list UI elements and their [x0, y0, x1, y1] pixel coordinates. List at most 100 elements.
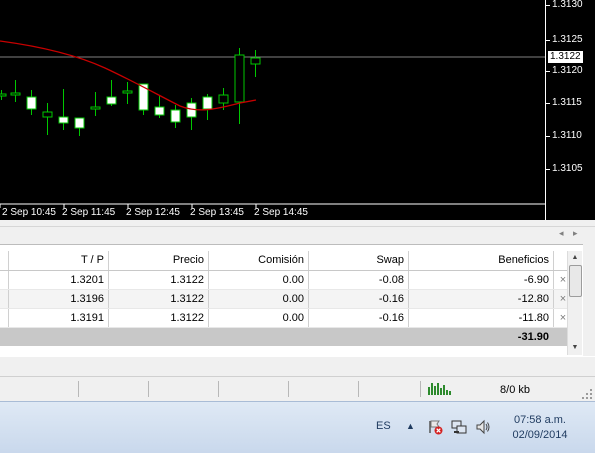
row-edge	[0, 289, 9, 309]
scroll-right-icon[interactable]: ▸	[573, 228, 578, 239]
resize-grip-icon[interactable]	[582, 389, 593, 400]
status-segment	[220, 381, 289, 397]
connection-bars-icon	[428, 383, 452, 395]
row-edge	[0, 327, 9, 346]
time-label: 2 Sep 10:45	[2, 207, 56, 218]
candle-body	[90, 106, 101, 110]
header-tp[interactable]: T / P	[8, 251, 109, 271]
cell-swap: -0.08	[308, 270, 409, 290]
connection-status: 8/0 kb	[500, 384, 530, 396]
row-edge	[0, 308, 9, 328]
terminal-panel: T / P Precio Comisión Swap Beneficios 1.…	[0, 244, 595, 357]
cell-swap: -0.16	[308, 289, 409, 309]
cell-price: 1.3122	[108, 289, 209, 309]
cell-tp: 1.3191	[8, 308, 109, 328]
price-tick	[546, 136, 550, 137]
scrollbar-thumb[interactable]	[569, 265, 582, 297]
scroll-up-icon[interactable]: ▲	[569, 252, 581, 264]
windows-taskbar: ES ▲ 07:58 a.m. 02/09/2014	[0, 401, 595, 453]
status-segment	[150, 381, 219, 397]
language-indicator[interactable]: ES	[376, 420, 391, 432]
price-label: 1.3125	[552, 34, 583, 45]
clock-date: 02/09/2014	[512, 429, 568, 441]
status-segment	[360, 381, 421, 397]
total-empty-cell	[208, 327, 309, 346]
window-edge	[583, 244, 595, 356]
candle-body	[138, 83, 149, 111]
cell-price: 1.3122	[108, 308, 209, 328]
candle-body	[0, 93, 7, 97]
candle-body	[170, 109, 181, 123]
header-commission[interactable]: Comisión	[208, 251, 309, 271]
time-label: 2 Sep 11:45	[62, 207, 116, 218]
candle-body	[26, 96, 37, 110]
cell-profit: -12.80	[408, 289, 554, 309]
header-price[interactable]: Precio	[108, 251, 209, 271]
price-tick	[546, 71, 550, 72]
candle-body	[10, 92, 21, 96]
cell-swap: -0.16	[308, 308, 409, 328]
price-label: 1.3130	[552, 0, 583, 10]
candle-body	[250, 57, 261, 65]
candle-body	[42, 111, 53, 118]
table-row[interactable]: 1.3196 1.3122 0.00 -0.16 -12.80 ×	[0, 289, 573, 309]
total-empty-cell	[108, 327, 209, 346]
price-tick	[546, 40, 550, 41]
current-price-label: 1.3122	[548, 51, 583, 63]
price-tick	[546, 169, 550, 170]
vertical-scrollbar[interactable]: ▲ ▼	[567, 251, 582, 355]
candle-body	[218, 94, 229, 104]
price-label: 1.3120	[552, 65, 583, 76]
candle-body	[154, 106, 165, 116]
header-profit[interactable]: Beneficios	[408, 251, 554, 271]
total-profit: -31.90	[408, 327, 554, 346]
cell-profit: -6.90	[408, 270, 554, 290]
cell-tp: 1.3201	[8, 270, 109, 290]
table-header-row: T / P Precio Comisión Swap Beneficios	[0, 251, 573, 271]
cell-profit: -11.80	[408, 308, 554, 328]
cell-commission: 0.00	[208, 270, 309, 290]
network-icon[interactable]	[451, 419, 467, 435]
total-empty-cell	[308, 327, 409, 346]
table-horizontal-scroller[interactable]: ◂ ▸	[0, 226, 595, 244]
candle-body	[106, 96, 117, 105]
table-row[interactable]: 1.3201 1.3122 0.00 -0.08 -6.90 ×	[0, 270, 573, 290]
price-label: 1.3115	[552, 97, 582, 108]
time-label: 2 Sep 14:45	[254, 207, 308, 218]
candle-body	[74, 117, 85, 129]
row-edge	[0, 270, 9, 290]
candle-body	[122, 90, 133, 94]
status-bar: 8/0 kb	[0, 376, 595, 402]
total-row: -31.90	[0, 327, 573, 346]
system-clock[interactable]: 07:58 a.m. 02/09/2014	[500, 413, 580, 443]
status-segment	[0, 381, 79, 397]
status-segment	[80, 381, 149, 397]
price-label: 1.3105	[552, 163, 583, 174]
cell-commission: 0.00	[208, 289, 309, 309]
show-hidden-icons-icon[interactable]: ▲	[406, 421, 415, 431]
header-swap[interactable]: Swap	[308, 251, 409, 271]
price-tick	[546, 5, 550, 6]
cell-price: 1.3122	[108, 270, 209, 290]
volume-icon[interactable]	[475, 419, 491, 435]
header-cell-edge	[0, 251, 9, 271]
candle-body	[58, 116, 69, 124]
price-label: 1.3110	[552, 130, 582, 141]
candle-body	[202, 96, 213, 110]
orders-table: T / P Precio Comisión Swap Beneficios 1.…	[0, 251, 573, 346]
action-center-flag-icon[interactable]	[427, 419, 443, 435]
clock-time: 07:58 a.m.	[514, 414, 566, 426]
chart-canvas	[0, 40, 545, 208]
time-label: 2 Sep 12:45	[126, 207, 180, 218]
time-label: 2 Sep 13:45	[190, 207, 244, 218]
cell-tp: 1.3196	[8, 289, 109, 309]
table-row[interactable]: 1.3191 1.3122 0.00 -0.16 -11.80 ×	[0, 308, 573, 328]
scroll-down-icon[interactable]: ▼	[569, 342, 581, 354]
price-chart[interactable]: 2 Sep 10:45 2 Sep 11:45 2 Sep 12:45 2 Se…	[0, 0, 545, 220]
candle-body	[234, 54, 245, 103]
cell-commission: 0.00	[208, 308, 309, 328]
price-axis: 1.3130 1.3125 1.3120 1.3115 1.3110 1.310…	[545, 0, 595, 220]
total-empty-cell	[8, 327, 109, 346]
price-tick	[546, 103, 550, 104]
scroll-left-icon[interactable]: ◂	[559, 228, 564, 239]
